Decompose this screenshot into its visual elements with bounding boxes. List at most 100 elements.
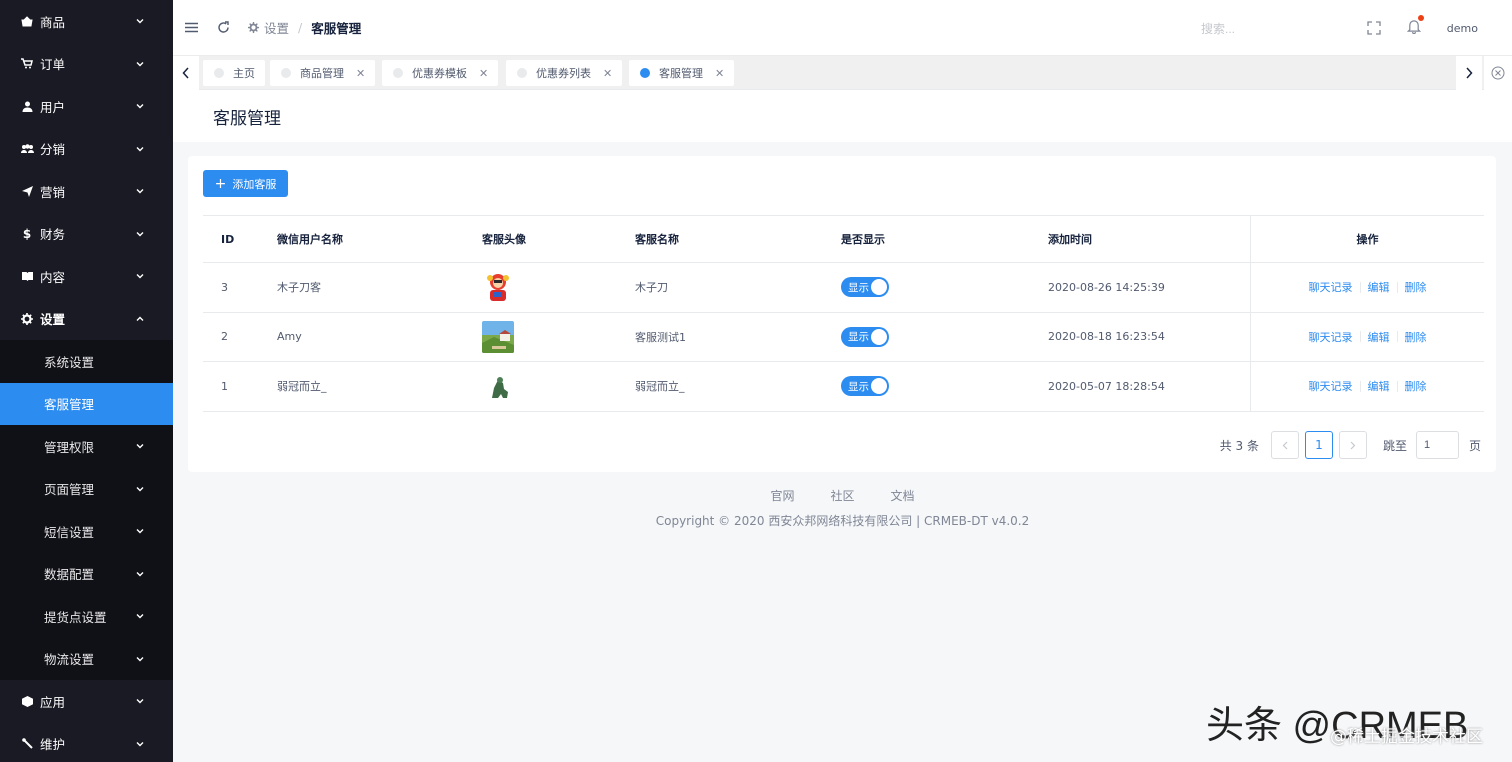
chevron-down-icon bbox=[135, 526, 145, 536]
pagination-total: 共 3 条 bbox=[1219, 438, 1259, 453]
sidebar-item-sms-settings[interactable]: 短信设置 bbox=[0, 510, 173, 553]
delete-link[interactable]: 删除 bbox=[1405, 378, 1427, 394]
settings-submenu: 系统设置 客服管理 管理权限 页面管理 短信设置 数据配置 提货点设置 物流设置 bbox=[0, 340, 173, 680]
edit-link[interactable]: 编辑 bbox=[1368, 279, 1390, 295]
tab-label: 优惠券模板 bbox=[412, 67, 467, 80]
column-header: 添加时间 bbox=[1048, 233, 1092, 246]
edit-link[interactable]: 编辑 bbox=[1368, 329, 1390, 345]
close-icon[interactable]: ✕ bbox=[715, 67, 724, 80]
divider bbox=[1396, 380, 1398, 392]
sidebar-item-content[interactable]: 内容 bbox=[0, 255, 173, 298]
tab-customer-service[interactable]: 客服管理 ✕ bbox=[629, 60, 735, 86]
chevron-down-icon bbox=[135, 569, 145, 579]
fullscreen-icon[interactable] bbox=[1367, 21, 1381, 35]
send-icon bbox=[20, 185, 34, 197]
watermark-sub: @稀土掘金技术社区 bbox=[1330, 727, 1483, 747]
menu-toggle-icon[interactable] bbox=[184, 21, 198, 35]
sidebar-item-logistics-settings[interactable]: 物流设置 bbox=[0, 638, 173, 681]
sidebar-item-data-config[interactable]: 数据配置 bbox=[0, 553, 173, 596]
switch-knob bbox=[871, 279, 887, 296]
display-toggle[interactable]: 显示 bbox=[841, 313, 889, 362]
user-icon bbox=[20, 101, 34, 112]
add-customer-service-button[interactable]: + 添加客服 bbox=[203, 170, 288, 197]
sidebar-item-page-management[interactable]: 页面管理 bbox=[0, 468, 173, 511]
edit-link[interactable]: 编辑 bbox=[1368, 378, 1390, 394]
sidebar-item-goods[interactable]: 商品 bbox=[0, 0, 173, 43]
prev-page-button[interactable] bbox=[1270, 431, 1299, 459]
display-switch[interactable]: 显示 bbox=[841, 376, 889, 397]
close-icon[interactable]: ✕ bbox=[603, 67, 612, 80]
cube-icon bbox=[20, 695, 34, 707]
sidebar-item-marketing[interactable]: 营销 bbox=[0, 170, 173, 213]
sidebar-item-label: 财务 bbox=[40, 227, 66, 243]
next-page-button[interactable] bbox=[1338, 431, 1367, 459]
notification-button[interactable] bbox=[1406, 15, 1424, 37]
footer-link-docs[interactable]: 文档 bbox=[891, 487, 915, 504]
sidebar-item-settings[interactable]: 设置 bbox=[0, 298, 173, 341]
refresh-icon[interactable] bbox=[216, 21, 230, 35]
sidebar-item-label: 营销 bbox=[40, 184, 66, 200]
table-row: 3 木子刀客 木子刀 显示 2020-08-26 14:25:39 聊天记录 编… bbox=[203, 263, 1484, 313]
row-wechat-name: Amy bbox=[277, 330, 302, 344]
avatar-image bbox=[482, 370, 514, 403]
tab-home[interactable]: 主页 bbox=[203, 60, 265, 86]
sidebar-item-label: 设置 bbox=[40, 312, 66, 328]
display-toggle[interactable]: 显示 bbox=[841, 362, 889, 411]
tabs-scroll-right[interactable] bbox=[1456, 56, 1482, 90]
close-icon[interactable]: ✕ bbox=[356, 67, 365, 80]
tab-coupon-list[interactable]: 优惠券列表 ✕ bbox=[506, 60, 623, 86]
sidebar-item-pickup-settings[interactable]: 提货点设置 bbox=[0, 595, 173, 638]
sidebar-item-permissions[interactable]: 管理权限 bbox=[0, 425, 173, 468]
jump-page-input[interactable] bbox=[1415, 431, 1459, 459]
tab-goods-management[interactable]: 商品管理 ✕ bbox=[270, 60, 376, 86]
wrench-icon bbox=[20, 738, 34, 749]
switch-label: 显示 bbox=[848, 331, 869, 344]
switch-label: 显示 bbox=[848, 380, 869, 393]
chat-history-link[interactable]: 聊天记录 bbox=[1309, 279, 1353, 295]
search-input[interactable] bbox=[1201, 18, 1321, 40]
chevron-down-icon bbox=[135, 441, 145, 451]
copyright-text: Copyright © 2020 西安众邦网络科技有限公司 | CRMEB-DT… bbox=[655, 514, 1030, 528]
sidebar-item-users[interactable]: 用户 bbox=[0, 85, 173, 128]
sidebar-item-distribution[interactable]: 分销 bbox=[0, 128, 173, 171]
gear-icon bbox=[248, 22, 259, 33]
close-icon[interactable]: ✕ bbox=[479, 67, 488, 80]
sidebar-item-label: 订单 bbox=[40, 57, 66, 73]
chevron-down-icon bbox=[135, 101, 145, 111]
sidebar-item-maintenance[interactable]: 维护 bbox=[0, 723, 173, 762]
display-switch[interactable]: 显示 bbox=[841, 326, 889, 347]
close-all-tabs-button[interactable] bbox=[1484, 56, 1512, 90]
chat-history-link[interactable]: 聊天记录 bbox=[1309, 378, 1353, 394]
username[interactable]: demo bbox=[1447, 22, 1478, 35]
sidebar-item-system-settings[interactable]: 系统设置 bbox=[0, 340, 173, 383]
table-header: ID 微信用户名称 客服头像 客服名称 是否显示 添加时间 操作 bbox=[203, 215, 1484, 263]
delete-link[interactable]: 删除 bbox=[1405, 329, 1427, 345]
tab-status-dot bbox=[517, 68, 527, 78]
display-switch[interactable]: 显示 bbox=[841, 277, 889, 298]
sidebar-item-customer-service[interactable]: 客服管理 bbox=[0, 382, 173, 425]
chevron-down-icon bbox=[135, 16, 145, 26]
page-button-current[interactable]: 1 bbox=[1304, 431, 1333, 459]
breadcrumb-parent[interactable]: 设置 bbox=[248, 18, 289, 37]
display-toggle[interactable]: 显示 bbox=[841, 263, 889, 312]
chat-history-link[interactable]: 聊天记录 bbox=[1309, 329, 1353, 345]
sidebar-item-label: 系统设置 bbox=[44, 354, 95, 370]
chevron-up-icon bbox=[135, 314, 145, 324]
footer-link-official[interactable]: 官网 bbox=[770, 487, 794, 504]
plus-icon: + bbox=[214, 175, 227, 192]
sidebar-item-finance[interactable]: $ 财务 bbox=[0, 213, 173, 256]
chevron-down-icon bbox=[135, 229, 145, 239]
tabs-scroll-left[interactable] bbox=[173, 56, 199, 90]
header-actions: demo bbox=[1367, 0, 1512, 56]
delete-link[interactable]: 删除 bbox=[1405, 279, 1427, 295]
column-header: 操作 bbox=[1250, 216, 1484, 262]
book-icon bbox=[20, 271, 34, 282]
shop-icon bbox=[20, 16, 34, 27]
footer-link-community[interactable]: 社区 bbox=[830, 487, 854, 504]
close-circle-icon bbox=[1491, 66, 1505, 80]
sidebar-item-orders[interactable]: 订单 bbox=[0, 43, 173, 86]
row-name: 木子刀 bbox=[635, 281, 668, 295]
tab-coupon-template[interactable]: 优惠券模板 ✕ bbox=[382, 60, 499, 86]
sidebar-item-apps[interactable]: 应用 bbox=[0, 680, 173, 723]
column-header: 微信用户名称 bbox=[277, 233, 343, 246]
